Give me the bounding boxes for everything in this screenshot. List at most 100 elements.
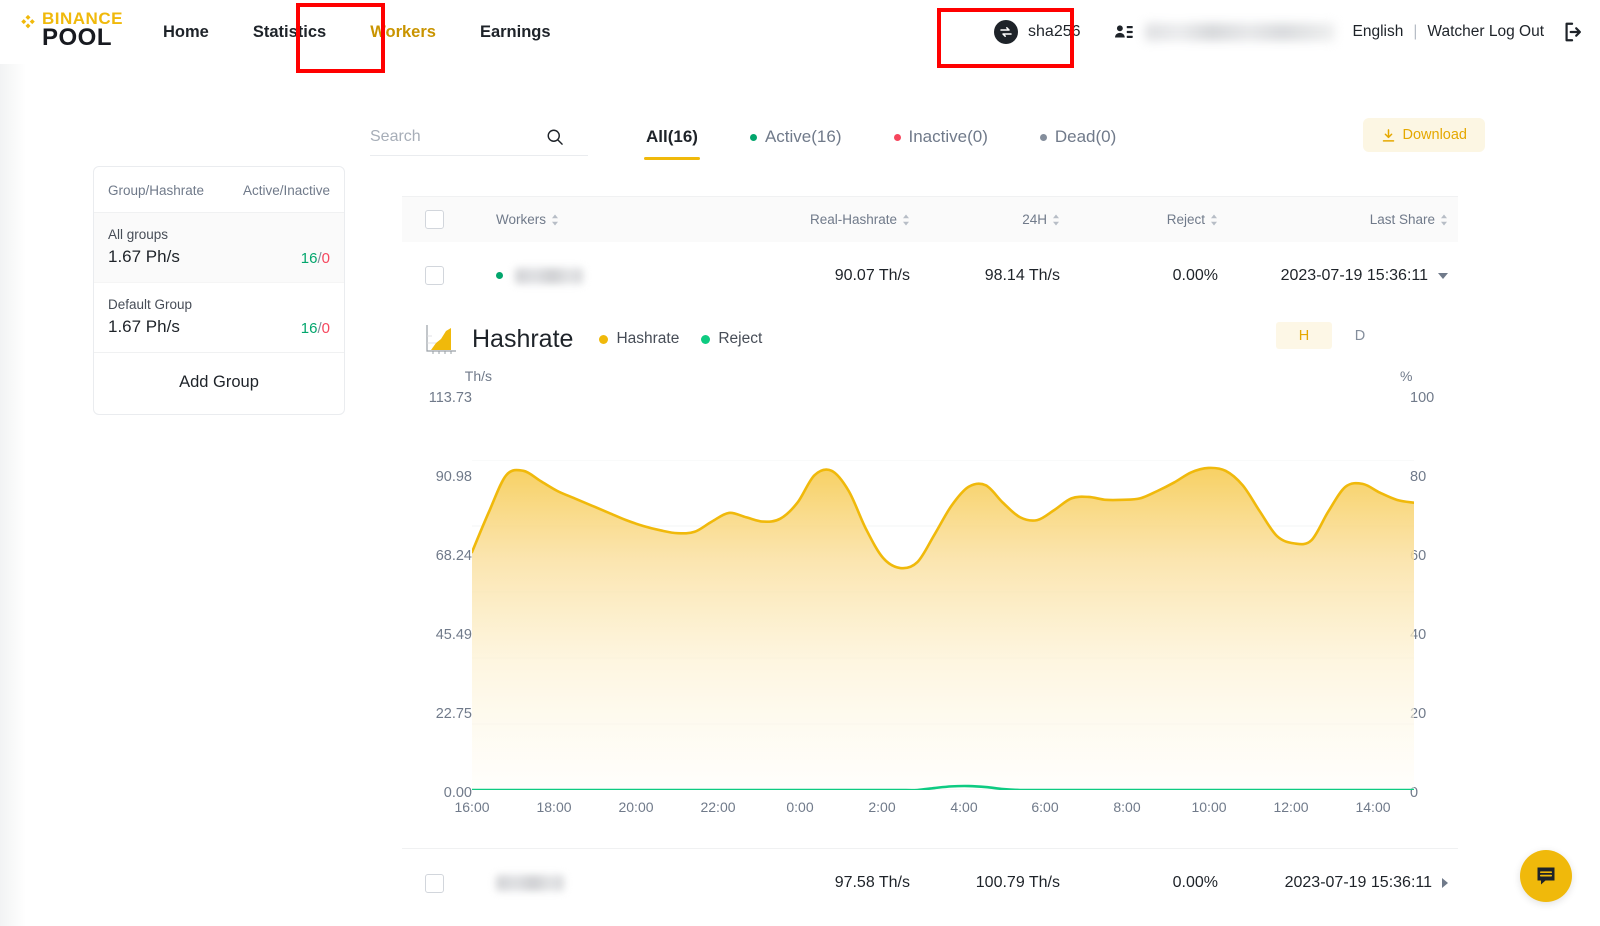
legend-label-reject: Reject — [718, 330, 763, 347]
table-header-row: Workers Real-Hashrate 24H Reject Last Sh… — [402, 196, 1458, 242]
worker-name-redacted — [515, 267, 583, 284]
group-inactive-count: 0 — [321, 319, 330, 337]
group-counts: 16/0 — [301, 249, 330, 269]
column-header-last-share-label: Last Share — [1369, 212, 1435, 227]
legend-dot-reject-icon — [701, 334, 711, 344]
sort-arrows-icon — [1211, 214, 1217, 225]
x-tick: 0:00 — [786, 799, 814, 815]
hashrate-chart-panel: Hashrate Hashrate Reject H D Th/s % 113. — [402, 300, 1458, 849]
page-root: BINANCE POOL Home Statistics Workers Ear… — [0, 0, 1600, 926]
tab-dead[interactable]: Dead(0) — [1014, 118, 1142, 156]
user-account-chip[interactable] — [1099, 21, 1343, 43]
group-hashrate: 1.67 Ph/s — [108, 246, 180, 266]
x-tick: 2:00 — [868, 799, 896, 815]
row-expand-caret-icon[interactable] — [1442, 878, 1448, 888]
status-dot-active-icon — [749, 133, 757, 141]
tab-active-underline — [643, 157, 700, 160]
workers-table-continued: 97.58 Th/s 100.79 Th/s 0.00% 2023-07-19 … — [402, 849, 1458, 917]
row-checkbox[interactable] — [424, 266, 444, 285]
reject-value: 0.00% — [1172, 874, 1218, 891]
y-tick-left: 45.49 — [435, 627, 472, 643]
download-button[interactable]: Download — [1362, 118, 1485, 152]
y-tick-right: 40 — [1410, 627, 1427, 643]
row-expand-caret-icon[interactable] — [1438, 272, 1448, 279]
chart-range-toggle: H D — [1276, 322, 1388, 349]
worker-status-dot-icon — [496, 272, 503, 279]
column-header-24h-label: 24H — [1022, 212, 1047, 227]
sidebar-col-active-inactive: Active/Inactive — [242, 183, 330, 198]
column-header-real-hashrate-label: Real-Hashrate — [809, 212, 897, 227]
add-group-button[interactable]: Add Group — [94, 352, 344, 414]
range-button-hour[interactable]: H — [1276, 322, 1332, 349]
y-tick-right: 80 — [1410, 469, 1427, 485]
row-select-cell — [402, 266, 466, 285]
watcher-logout-link[interactable]: Watcher Log Out — [1417, 23, 1554, 41]
group-sidebar: Group/Hashrate Active/Inactive All group… — [93, 166, 345, 416]
chart-title: Hashrate — [472, 324, 574, 353]
language-selector[interactable]: English — [1343, 23, 1414, 41]
search-icon[interactable] — [545, 127, 565, 147]
swap-circle-icon — [994, 20, 1019, 44]
range-button-day[interactable]: D — [1332, 322, 1388, 349]
group-name: Default Group — [108, 297, 193, 313]
legend-label-hashrate: Hashrate — [616, 330, 680, 347]
download-arrow-icon — [1382, 128, 1394, 142]
main-navigation: Home Statistics Workers Earnings — [141, 0, 573, 64]
user-card-icon — [1114, 25, 1133, 38]
nav-item-workers[interactable]: Workers — [348, 0, 458, 64]
legend-dot-hashrate-icon — [599, 334, 609, 344]
column-header-24h[interactable]: 24H — [910, 212, 1060, 227]
last-share-value: 2023-07-19 15:36:11 — [1280, 266, 1428, 284]
binance-diamond-icon — [21, 14, 35, 29]
status-dot-dead-icon — [1039, 133, 1047, 141]
logout-arrow-icon[interactable] — [1562, 21, 1584, 43]
x-tick: 4:00 — [950, 799, 978, 815]
search-box — [370, 118, 588, 156]
nav-item-earnings[interactable]: Earnings — [458, 0, 573, 64]
search-input[interactable] — [370, 127, 545, 146]
column-header-last-share[interactable]: Last Share — [1218, 212, 1454, 227]
workers-table: Workers Real-Hashrate 24H Reject Last Sh… — [402, 196, 1458, 310]
area-chart-icon — [426, 325, 456, 354]
row-select-cell — [402, 873, 466, 893]
reject-value: 0.00% — [1172, 266, 1218, 284]
select-all-cell — [402, 210, 466, 229]
worker-name-redacted — [496, 875, 564, 891]
language-logout-group: English | Watcher Log Out — [1343, 21, 1584, 43]
y-tick-left: 68.24 — [435, 548, 472, 564]
x-tick: 16:00 — [454, 799, 490, 815]
sidebar-group-default-group[interactable]: Default Group 1.67 Ph/s 16/0 — [94, 282, 344, 352]
column-header-reject-label: Reject — [1166, 212, 1205, 227]
algorithm-selector[interactable]: sha256 — [976, 20, 1099, 44]
sidebar-group-all-groups[interactable]: All groups 1.67 Ph/s 16/0 — [94, 213, 344, 283]
binance-pool-logo[interactable]: BINANCE POOL — [18, 10, 123, 50]
column-header-workers[interactable]: Workers — [466, 212, 724, 227]
legend-item-reject[interactable]: Reject — [701, 330, 762, 348]
tab-active[interactable]: Active(16) — [724, 118, 868, 156]
chat-bubble-icon — [1537, 867, 1555, 885]
real-hashrate-value: 97.58 Th/s — [834, 874, 910, 891]
group-name: All groups — [108, 227, 169, 242]
sort-arrows-icon — [903, 214, 909, 225]
column-header-workers-label: Workers — [496, 212, 547, 227]
support-chat-button[interactable] — [1520, 850, 1572, 902]
nav-item-statistics[interactable]: Statistics — [231, 0, 348, 64]
column-header-reject[interactable]: Reject — [1060, 212, 1218, 227]
table-row[interactable]: 97.58 Th/s 100.79 Th/s 0.00% 2023-07-19 … — [402, 849, 1458, 917]
hashrate-area-chart — [472, 460, 1414, 790]
group-hashrate: 1.67 Ph/s — [108, 316, 180, 336]
column-header-real-hashrate[interactable]: Real-Hashrate — [724, 212, 910, 227]
y-axis-unit-left: Th/s — [464, 368, 492, 384]
legend-item-hashrate[interactable]: Hashrate — [599, 330, 679, 348]
tab-all[interactable]: All(16) — [620, 118, 724, 160]
row-checkbox[interactable] — [424, 873, 444, 893]
tab-inactive[interactable]: Inactive(0) — [868, 118, 1014, 156]
x-tick: 18:00 — [536, 799, 572, 815]
select-all-checkbox[interactable] — [424, 210, 444, 229]
nav-item-home[interactable]: Home — [141, 0, 231, 64]
chart-legend: Hashrate Reject — [599, 330, 762, 348]
tab-active-label: Active(16) — [764, 127, 842, 146]
group-counts: 16/0 — [301, 319, 330, 339]
sidebar-col-group-hashrate: Group/Hashrate — [108, 183, 205, 198]
group-inactive-count: 0 — [321, 249, 330, 267]
